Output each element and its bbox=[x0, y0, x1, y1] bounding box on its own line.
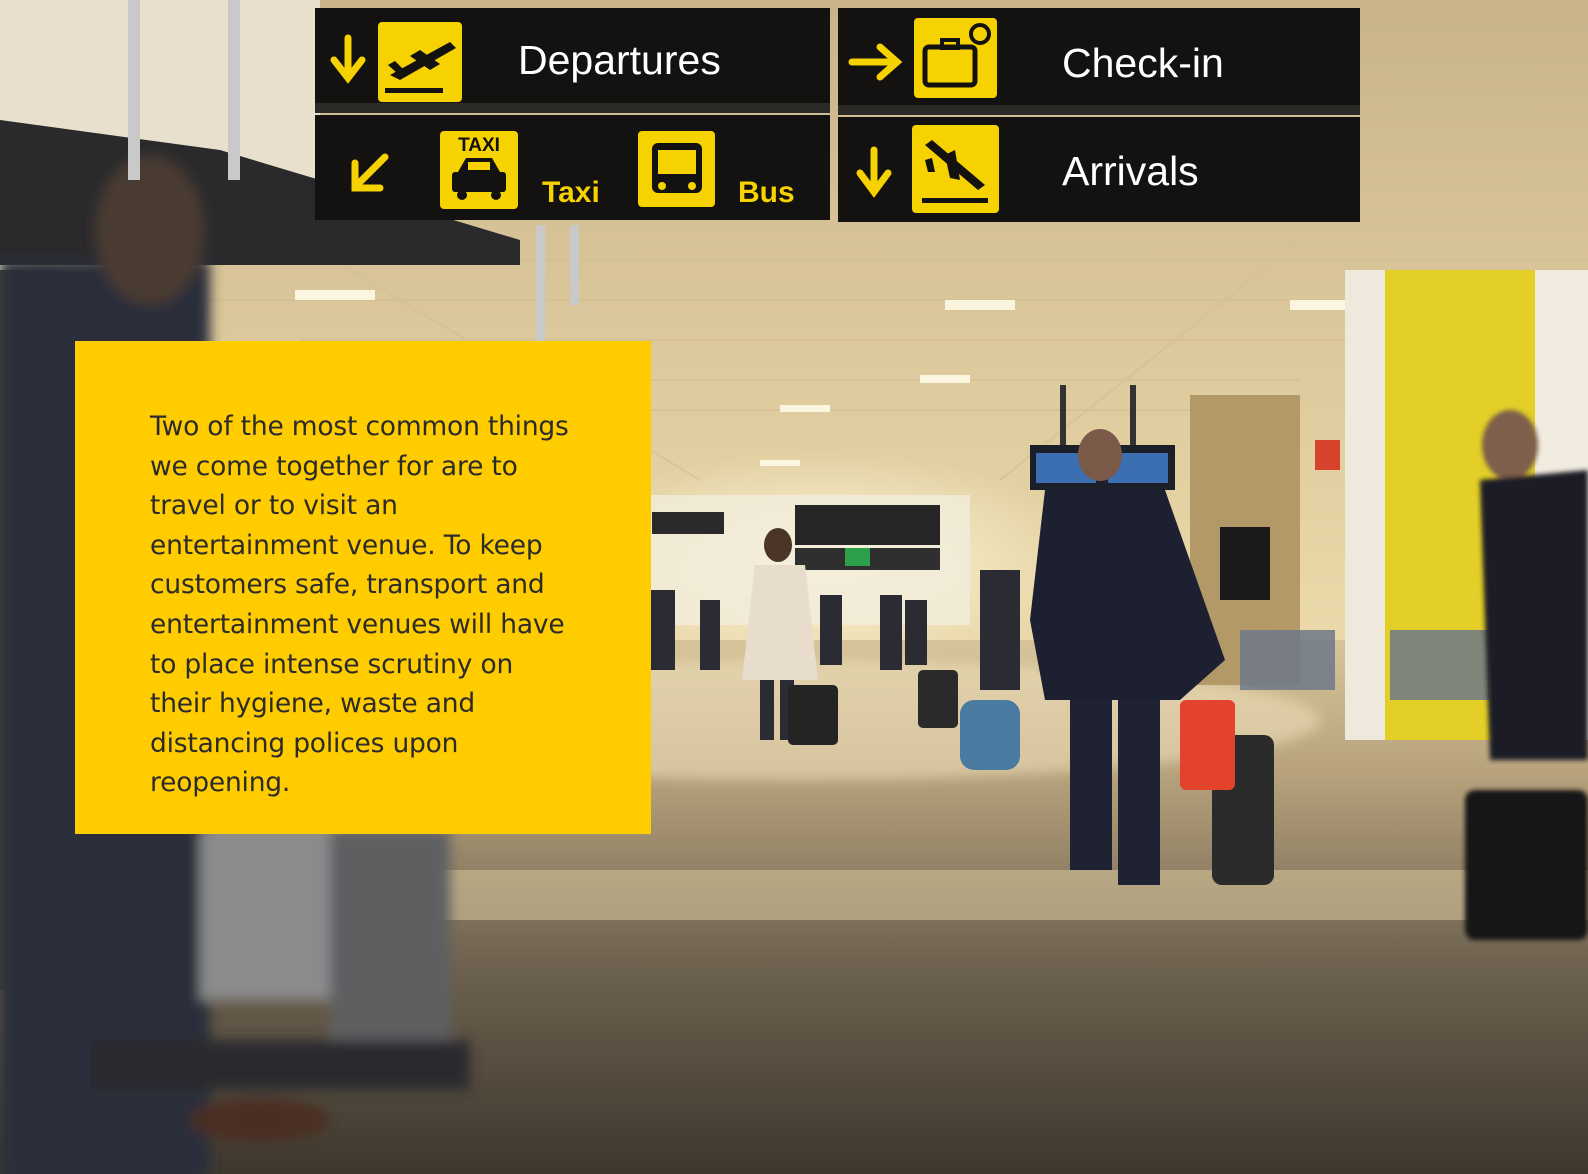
checkin-label: Check-in bbox=[1062, 40, 1224, 86]
departures-label: Departures bbox=[518, 37, 721, 83]
bus-icon bbox=[652, 143, 702, 193]
bus-label: Bus bbox=[738, 176, 795, 209]
taxi-label: Taxi bbox=[542, 176, 600, 209]
taxi-badge-label: TAXI bbox=[458, 135, 500, 156]
callout-text: Two of the most common things we come to… bbox=[150, 411, 569, 799]
arrivals-label: Arrivals bbox=[1062, 148, 1199, 194]
info-callout-box: Two of the most common things we come to… bbox=[75, 341, 651, 834]
